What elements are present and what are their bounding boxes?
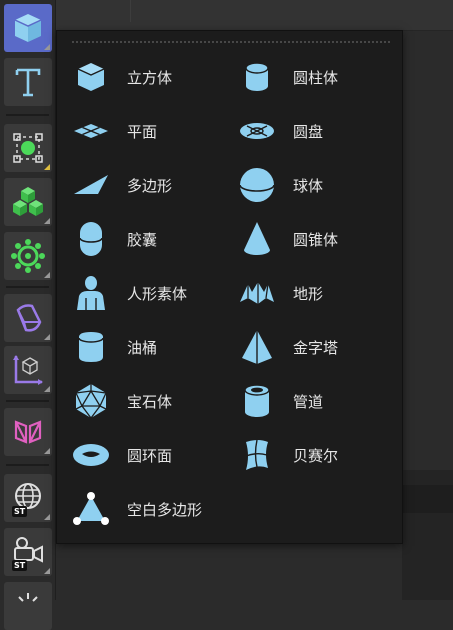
text-icon bbox=[15, 68, 41, 97]
polygon-icon bbox=[74, 175, 108, 194]
sphere-icon bbox=[239, 168, 275, 202]
cube-icon bbox=[14, 14, 42, 42]
disc-icon bbox=[240, 123, 274, 139]
menu-item-polygon[interactable]: 多边形 bbox=[71, 165, 236, 205]
menu-item-disc[interactable]: 圆盘 bbox=[237, 111, 402, 151]
menu-item-tube[interactable]: 管道 bbox=[237, 381, 402, 421]
panel-divider bbox=[130, 0, 131, 22]
menu-item-oil-tank[interactable]: 油桶 bbox=[71, 327, 236, 367]
globe-tool-button[interactable]: ST bbox=[4, 474, 52, 522]
st-badge: ST bbox=[12, 506, 28, 517]
menu-item-cube[interactable]: 立方体 bbox=[71, 57, 236, 97]
cloner-cubes-icon bbox=[13, 187, 43, 216]
viewport-strip bbox=[402, 485, 453, 513]
menu-item-cylinder[interactable]: 圆柱体 bbox=[237, 57, 402, 97]
bezier-icon bbox=[245, 439, 268, 470]
menu-item-torus[interactable]: 圆环面 bbox=[71, 435, 236, 475]
cylinder-icon bbox=[245, 62, 269, 91]
menu-drag-handle[interactable] bbox=[71, 40, 391, 44]
capsule-icon bbox=[79, 222, 103, 256]
plane-icon bbox=[74, 124, 108, 138]
pyramid-icon bbox=[242, 330, 272, 364]
light-tool-button[interactable] bbox=[4, 582, 52, 630]
symmetry-tool-button[interactable] bbox=[4, 408, 52, 456]
menu-item-plane[interactable]: 平面 bbox=[71, 111, 236, 151]
top-panel bbox=[55, 0, 453, 31]
selection-tool-button[interactable] bbox=[4, 124, 52, 172]
deformer-icon bbox=[16, 304, 42, 332]
axis-icon bbox=[13, 355, 43, 385]
selection-spline-icon bbox=[13, 133, 43, 163]
menu-item-landscape[interactable]: 地形 bbox=[237, 273, 402, 313]
menu-item-bezier[interactable]: 贝赛尔 bbox=[237, 435, 402, 475]
oil-tank-icon bbox=[78, 332, 104, 362]
cloner-tool-button[interactable] bbox=[4, 178, 52, 226]
gear-generator-icon bbox=[11, 239, 45, 273]
light-icon bbox=[18, 593, 38, 602]
st-badge: ST bbox=[12, 560, 28, 571]
menu-item-empty-polygon[interactable]: 空白多边形 bbox=[71, 489, 236, 529]
deformer-tool-button[interactable] bbox=[4, 294, 52, 342]
generator-tool-button[interactable] bbox=[4, 232, 52, 280]
menu-item-pyramid[interactable]: 金字塔 bbox=[237, 327, 402, 367]
torus-icon bbox=[73, 444, 109, 466]
tube-icon bbox=[244, 384, 270, 417]
text-tool-button[interactable] bbox=[4, 58, 52, 106]
menu-item-figure[interactable]: 人形素体 bbox=[71, 273, 236, 313]
menu-item-platonic[interactable]: 宝石体 bbox=[71, 381, 236, 421]
axis-tool-button[interactable] bbox=[4, 346, 52, 394]
menu-item-sphere[interactable]: 球体 bbox=[237, 165, 402, 205]
symmetry-icon bbox=[14, 420, 42, 444]
cube-tool-button[interactable] bbox=[4, 4, 52, 52]
cube-icon bbox=[77, 63, 105, 91]
landscape-icon bbox=[240, 282, 274, 304]
camera-tool-button[interactable]: ST bbox=[4, 528, 52, 576]
platonic-icon bbox=[75, 384, 107, 420]
cone-icon bbox=[244, 222, 270, 255]
menu-item-cone[interactable]: 圆锥体 bbox=[237, 219, 402, 259]
empty-polygon-icon bbox=[73, 492, 109, 525]
figure-icon bbox=[77, 276, 105, 310]
menu-item-capsule[interactable]: 胶囊 bbox=[71, 219, 236, 259]
primitive-objects-menu: 立方体 圆柱体 平面 圆盘 多边形 球体 胶囊 圆锥体 人形素体 地形 油桶 金… bbox=[56, 30, 403, 544]
left-toolbar: ST ST bbox=[0, 0, 56, 630]
